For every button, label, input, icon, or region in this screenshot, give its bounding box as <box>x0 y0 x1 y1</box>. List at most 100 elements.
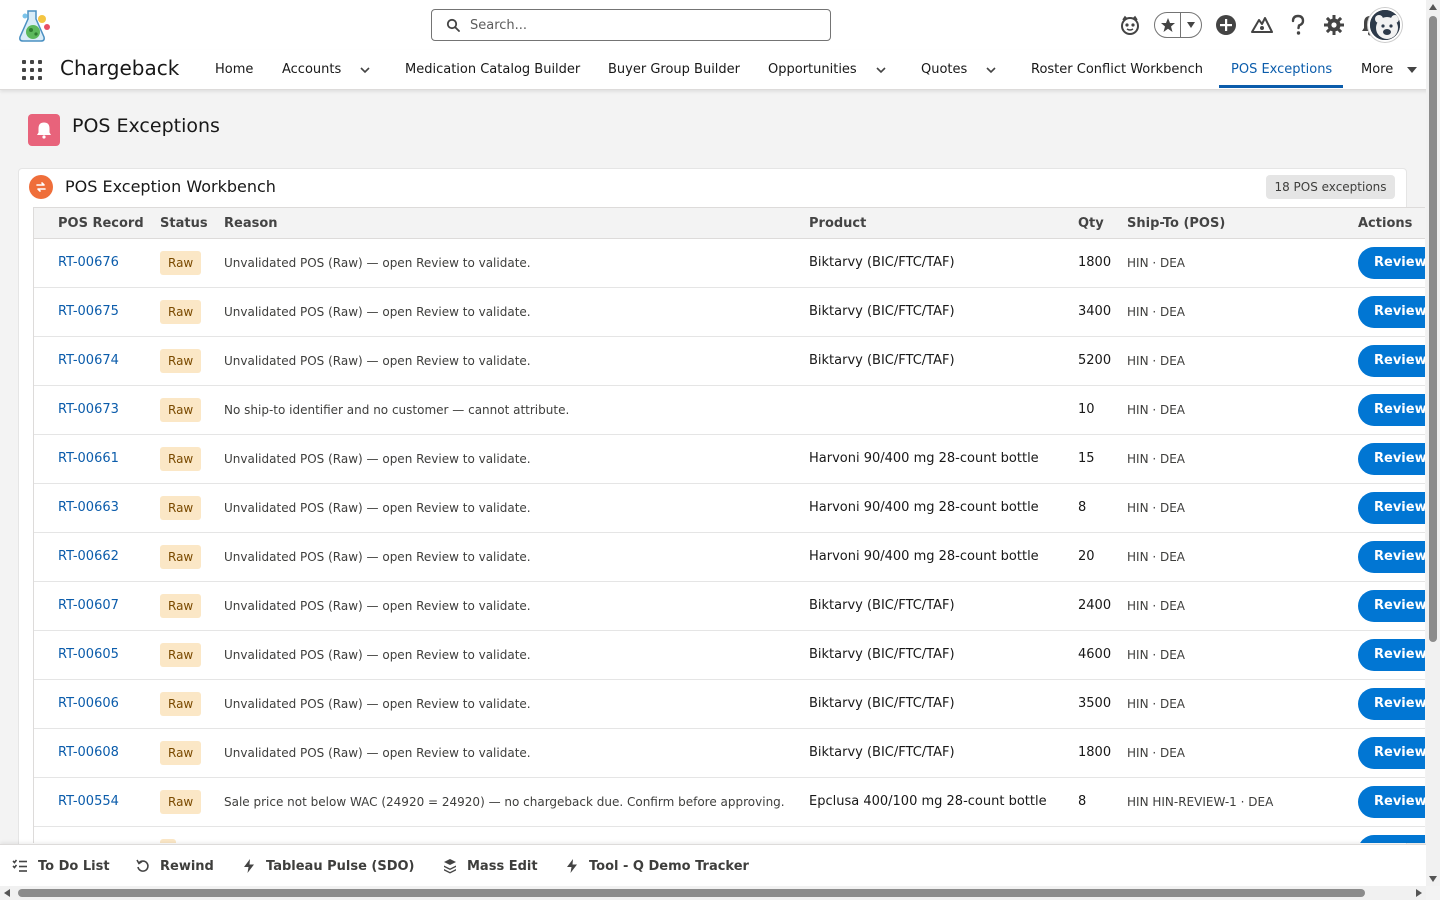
horizontal-scrollbar-thumb[interactable] <box>18 889 1365 897</box>
einstein-icon[interactable] <box>1112 8 1148 42</box>
reason-text: Unvalidated POS (Raw) — open Review to v… <box>224 599 531 613</box>
lightning-icon <box>567 859 577 873</box>
scroll-left-arrow-icon[interactable] <box>4 889 10 897</box>
add-icon[interactable] <box>1208 8 1244 42</box>
help-icon[interactable] <box>1280 8 1316 42</box>
pos-record-link[interactable]: RT-00661 <box>58 435 119 483</box>
table-row: RT-00606 Raw Unvalidated POS (Raw) — open … <box>34 680 1425 729</box>
app-logo-icon[interactable] <box>16 7 56 45</box>
pos-record-link[interactable]: RT-00608 <box>58 729 119 777</box>
ship-to-value: HIN · DEA <box>1127 599 1186 613</box>
table-row: RT-00662 Raw Unvalidated POS (Raw) — open … <box>34 533 1425 582</box>
review-button[interactable]: Review <box>1358 541 1425 573</box>
chevron-down-icon[interactable] <box>985 64 997 76</box>
nav-item-more[interactable]: More <box>1361 50 1393 90</box>
product-name: Biktarvy (BIC/FTC/TAF) <box>809 647 955 662</box>
status-badge: Raw <box>160 300 202 324</box>
global-header <box>0 0 1440 50</box>
column-header-ship-to[interactable]: Ship-To (POS) <box>1127 208 1225 240</box>
status-badge: Raw <box>160 349 202 373</box>
checklist-icon <box>12 859 27 872</box>
header-actions <box>1112 8 1388 42</box>
table-row: RT-00608 Raw Unvalidated POS (Raw) — open … <box>34 729 1425 778</box>
pos-record-link[interactable]: RT-00605 <box>58 631 119 679</box>
horizontal-scrollbar[interactable] <box>0 886 1426 900</box>
pos-record-link[interactable]: RT-00674 <box>58 337 119 385</box>
review-button[interactable]: Review <box>1358 786 1425 818</box>
app-launcher-icon[interactable] <box>21 59 43 81</box>
ship-to-value: HIN · DEA <box>1127 501 1186 515</box>
utility-item-tableau-pulse[interactable]: Tableau Pulse (SDO) <box>242 845 415 887</box>
review-button[interactable]: Review <box>1358 590 1425 622</box>
nav-item-buyer-group-builder[interactable]: Buyer Group Builder <box>608 50 740 90</box>
chevron-down-icon[interactable] <box>359 64 371 76</box>
review-button[interactable]: Review <box>1358 394 1425 426</box>
vertical-scrollbar-thumb[interactable] <box>1429 16 1437 642</box>
favorites-caret-icon[interactable] <box>1181 21 1201 29</box>
column-header-qty[interactable]: Qty <box>1078 208 1104 240</box>
nav-item-medication-catalog-builder[interactable]: Medication Catalog Builder <box>405 50 580 90</box>
review-button[interactable]: Review <box>1358 443 1425 475</box>
status-badge: Raw <box>160 496 202 520</box>
layers-icon <box>444 859 456 874</box>
status-badge <box>160 839 176 843</box>
review-button[interactable]: Review <box>1358 492 1425 524</box>
vertical-scrollbar[interactable] <box>1426 0 1440 886</box>
review-button[interactable]: Review <box>1358 345 1425 377</box>
caret-down-icon[interactable] <box>1406 64 1418 76</box>
global-search[interactable] <box>431 9 831 41</box>
pos-record-link[interactable]: RT-00607 <box>58 582 119 630</box>
scroll-right-arrow-icon[interactable] <box>1416 889 1422 897</box>
product-name: Biktarvy (BIC/FTC/TAF) <box>809 255 955 270</box>
column-header-pos-record[interactable]: POS Record <box>58 208 144 240</box>
status-badge: Raw <box>160 594 202 618</box>
review-button[interactable]: Review <box>1358 639 1425 671</box>
pos-record-link[interactable]: RT-00554 <box>58 778 119 826</box>
nav-item-opportunities[interactable]: Opportunities <box>768 50 857 90</box>
column-header-status[interactable]: Status <box>160 208 208 240</box>
utility-item-to-do-list[interactable]: To Do List <box>12 845 110 887</box>
review-button[interactable]: Review <box>1358 247 1425 279</box>
rewind-icon <box>136 859 149 872</box>
pos-record-link[interactable]: RT-00676 <box>58 239 119 287</box>
review-button[interactable] <box>1358 835 1425 843</box>
utility-item-rewind[interactable]: Rewind <box>136 845 214 887</box>
nav-item-roster-conflict-workbench[interactable]: Roster Conflict Workbench <box>1031 50 1203 90</box>
utility-item-q-demo-tracker[interactable]: Tool - Q Demo Tracker <box>565 845 749 887</box>
search-input[interactable] <box>470 17 810 33</box>
utility-item-mass-edit[interactable]: Mass Edit <box>443 845 538 887</box>
review-button[interactable]: Review <box>1358 296 1425 328</box>
pos-record-link[interactable]: RT-00606 <box>58 680 119 728</box>
pos-record-link[interactable]: RT-00662 <box>58 533 119 581</box>
qty-value: 2400 <box>1078 598 1112 613</box>
favorites-group <box>1154 12 1202 38</box>
column-header-product[interactable]: Product <box>809 208 866 240</box>
nav-item-accounts[interactable]: Accounts <box>282 50 341 90</box>
pos-record-link[interactable]: RT-00675 <box>58 288 119 336</box>
pos-record-link[interactable]: RT-00673 <box>58 386 119 434</box>
status-badge: Raw <box>160 545 202 569</box>
trailhead-icon[interactable] <box>1244 8 1280 42</box>
nav-item-pos-exceptions[interactable]: POS Exceptions <box>1219 50 1343 88</box>
avatar[interactable] <box>1368 8 1402 42</box>
table-row: RT-00663 Raw Unvalidated POS (Raw) — open … <box>34 484 1425 533</box>
review-button[interactable]: Review <box>1358 737 1425 769</box>
nav-item-home[interactable]: Home <box>215 50 253 90</box>
scroll-up-arrow-icon[interactable] <box>1429 4 1437 10</box>
chevron-down-icon[interactable] <box>875 64 887 76</box>
utility-item-label: Rewind <box>160 858 214 874</box>
nav-item-quotes[interactable]: Quotes <box>921 50 967 90</box>
ship-to-value: HIN HIN-REVIEW-1 · DEA <box>1127 795 1274 809</box>
utility-item-label: Tableau Pulse (SDO) <box>266 858 415 874</box>
table-row: RT-00675 Raw Unvalidated POS (Raw) — open … <box>34 288 1425 337</box>
exchange-arrows-icon <box>29 175 53 199</box>
review-button[interactable]: Review <box>1358 688 1425 720</box>
favorites-star-icon[interactable] <box>1155 13 1181 37</box>
setup-gear-icon[interactable] <box>1316 8 1352 42</box>
status-badge: Raw <box>160 692 202 716</box>
pos-record-link[interactable]: RT-00663 <box>58 484 119 532</box>
product-name: Biktarvy (BIC/FTC/TAF) <box>809 696 955 711</box>
ship-to-value: HIN · DEA <box>1127 256 1186 270</box>
column-header-reason[interactable]: Reason <box>224 208 278 240</box>
scroll-down-arrow-icon[interactable] <box>1429 876 1437 882</box>
